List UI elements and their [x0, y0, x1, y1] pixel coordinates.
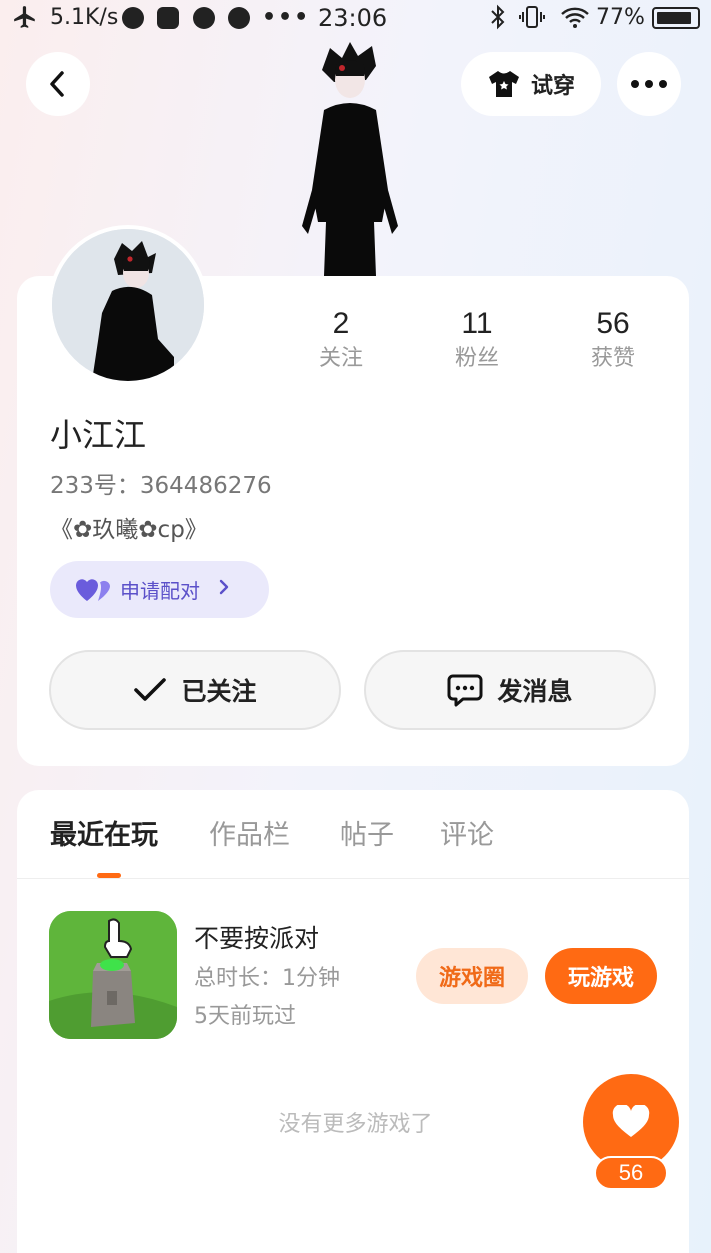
- stat-following[interactable]: 2 关注: [286, 306, 396, 374]
- following-count: 2: [332, 307, 350, 340]
- check-icon: [134, 678, 167, 701]
- followers-label: 粉丝: [454, 346, 499, 371]
- stat-likes[interactable]: 56 获赞: [558, 306, 668, 374]
- game-title[interactable]: 不要按派对: [194, 922, 319, 956]
- like-count-badge: 56: [594, 1156, 668, 1190]
- game-last-played: 5天前玩过: [194, 1004, 296, 1029]
- send-message-label: 发消息: [497, 677, 573, 706]
- following-button-label: 已关注: [181, 677, 257, 706]
- back-button[interactable]: [26, 52, 90, 116]
- request-pair-button[interactable]: 申请配对: [50, 561, 269, 618]
- shopping-bag-icon: [157, 4, 179, 32]
- status-bar: 5.1K/s ••• 23:06 77%: [0, 0, 711, 36]
- hearts-icon: [76, 578, 110, 601]
- clock: 23:06: [318, 4, 388, 32]
- user-id: 233号：364486276: [50, 470, 272, 502]
- network-speed: 5.1K/s: [50, 5, 119, 30]
- airplane-icon: [12, 4, 38, 38]
- heart-icon: [612, 1105, 650, 1137]
- chat-bubble-icon: [447, 674, 483, 707]
- chevron-left-icon: [50, 71, 64, 97]
- more-options-button[interactable]: [617, 52, 681, 116]
- user-id-value: 364486276: [139, 473, 272, 499]
- chevron-right-icon: [218, 577, 230, 602]
- tshirt-icon: [488, 71, 519, 97]
- following-label: 关注: [318, 346, 363, 371]
- vibrate-icon: [518, 4, 546, 38]
- game-circle-button[interactable]: 游戏圈: [416, 948, 528, 1004]
- user-id-label: 233号：: [50, 473, 140, 499]
- tab-recently-played[interactable]: 最近在玩: [50, 818, 158, 854]
- stat-followers[interactable]: 11 粉丝: [422, 306, 532, 374]
- ellipsis-icon: [631, 80, 667, 88]
- bluetooth-icon: [488, 4, 508, 38]
- followers-count: 11: [461, 307, 493, 340]
- send-message-button[interactable]: 发消息: [364, 650, 656, 730]
- try-on-button[interactable]: 试穿: [461, 52, 601, 116]
- more-notifications-icon: •••: [262, 5, 311, 30]
- username: 小江江: [50, 416, 147, 454]
- try-on-label: 试穿: [530, 74, 575, 99]
- request-pair-label: 申请配对: [120, 579, 200, 603]
- likes-received-count: 56: [596, 307, 630, 340]
- tab-posts[interactable]: 帖子: [340, 818, 394, 854]
- likes-received-label: 获赞: [590, 346, 635, 371]
- planet-app-icon: [228, 4, 250, 32]
- tab-comments[interactable]: 评论: [440, 818, 494, 854]
- tab-divider: [17, 878, 689, 879]
- tab-works[interactable]: 作品栏: [209, 818, 290, 854]
- cat-app-icon: [122, 4, 144, 32]
- avatar-figure: [290, 40, 410, 276]
- game-icon[interactable]: [49, 911, 177, 1039]
- music-app-icon: [193, 4, 215, 32]
- game-duration: 总时长：1分钟: [194, 966, 340, 991]
- play-game-button[interactable]: 玩游戏: [545, 948, 657, 1004]
- user-bio: 《✿玖曦✿cp》: [50, 517, 208, 543]
- battery-icon: [652, 7, 700, 29]
- avatar[interactable]: [48, 225, 208, 385]
- following-button[interactable]: 已关注: [49, 650, 341, 730]
- wifi-icon: [560, 4, 590, 38]
- battery-percentage: 77%: [596, 5, 645, 30]
